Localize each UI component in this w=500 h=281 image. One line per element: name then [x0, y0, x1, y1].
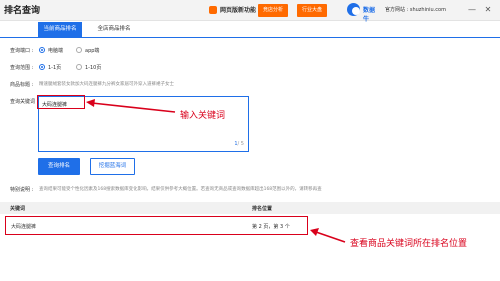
- keyword-arrowhead: [86, 99, 95, 107]
- result-position-annotation: 查看商品关键词所在排名位置: [350, 239, 468, 249]
- keyword-arrow: [91, 102, 176, 113]
- input-keyword-annotation: 输入关键词: [180, 111, 226, 121]
- result-arrow: [315, 231, 346, 243]
